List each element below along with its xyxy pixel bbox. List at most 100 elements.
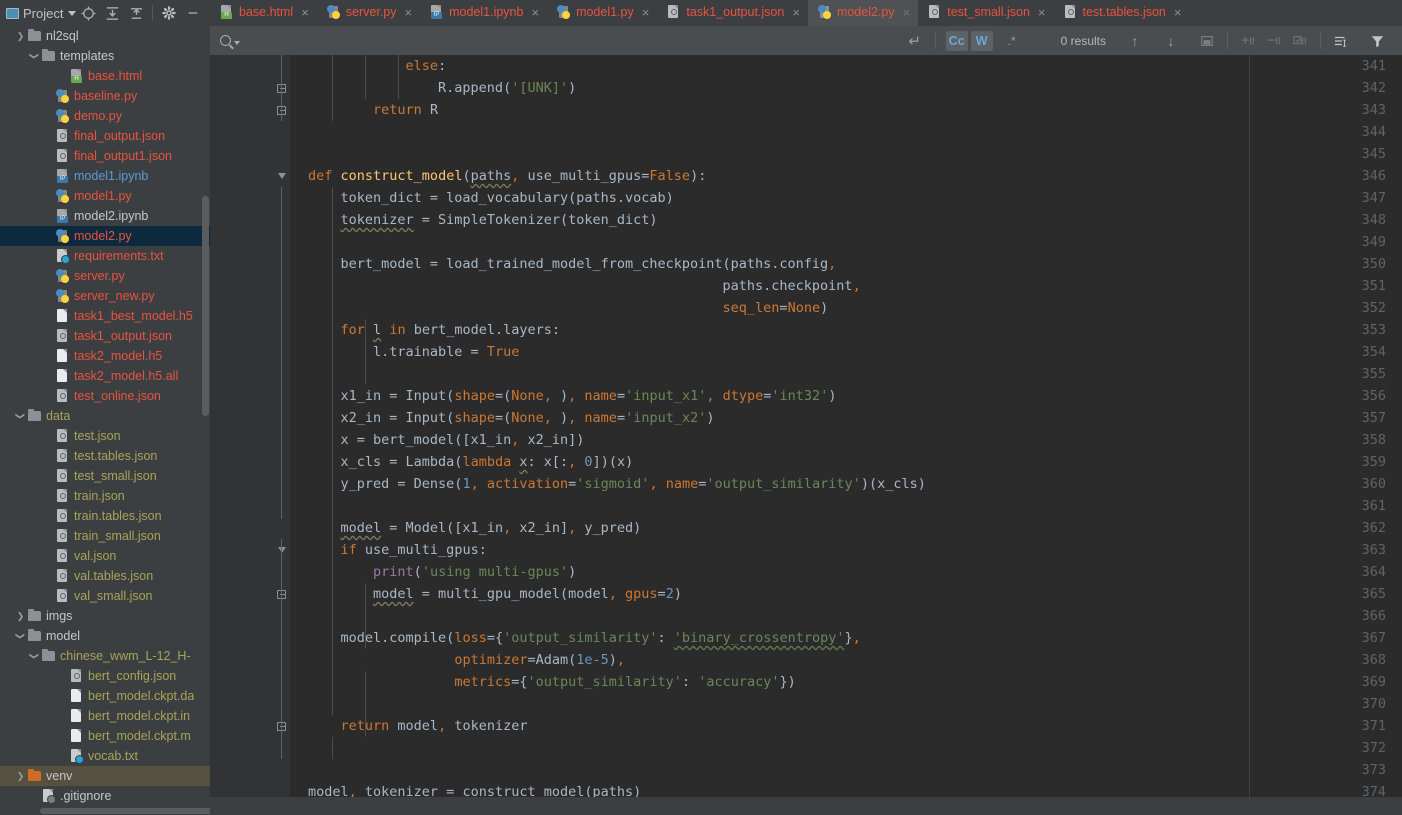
next-occurrence-icon[interactable]: ↓ [1158, 31, 1184, 51]
tree-item-val-json[interactable]: val.json [0, 546, 210, 566]
project-tree-vertical-scrollbar[interactable] [202, 196, 209, 416]
check-line-icon[interactable] [1287, 31, 1313, 51]
search-input[interactable] [210, 26, 902, 55]
multiline-toggle-icon[interactable]: ↵ [902, 31, 928, 51]
tree-item-chinese-wwm-l-12-h-[interactable]: ❯ chinese_wwm_L-12_H- [0, 646, 210, 666]
code-line[interactable]: 342 R.append('[UNK]') [210, 77, 1402, 99]
tree-item-train-tables-json[interactable]: train.tables.json [0, 506, 210, 526]
code-line[interactable]: 353 for l in bert_model.layers: [210, 319, 1402, 341]
chevron-right-icon[interactable]: ❯ [14, 26, 27, 46]
close-icon[interactable]: × [1038, 6, 1046, 19]
tree-item-task1-best-model-h5[interactable]: task1_best_model.h5 [0, 306, 210, 326]
close-icon[interactable]: × [642, 6, 650, 19]
select-all-occurrences-icon[interactable] [1194, 31, 1220, 51]
hide-panel-icon[interactable] [181, 0, 205, 26]
tree-item-train-small-json[interactable]: train_small.json [0, 526, 210, 546]
project-view-selector[interactable]: Project [6, 6, 77, 21]
tree-item-base-html[interactable]: Hbase.html [0, 66, 210, 86]
close-icon[interactable]: × [405, 6, 413, 19]
tree-item-requirements-txt[interactable]: requirements.txt [0, 246, 210, 266]
editor-tab-test-small-json[interactable]: test_small.json × [918, 0, 1053, 26]
code-line[interactable]: 359 x_cls = Lambda(lambda x: x[:, 0])(x) [210, 451, 1402, 473]
code-line[interactable]: 374 model, tokenizer = construct_model(pa… [210, 781, 1402, 797]
tree-item-test-json[interactable]: test.json [0, 426, 210, 446]
filter-icon[interactable] [1364, 31, 1390, 51]
words-toggle[interactable]: W [970, 30, 993, 51]
tree-item-test-small-json[interactable]: test_small.json [0, 466, 210, 486]
code-line[interactable]: 349 [210, 231, 1402, 253]
tree-item-bert-model-ckpt-m[interactable]: bert_model.ckpt.m [0, 726, 210, 746]
close-icon[interactable]: × [1174, 6, 1182, 19]
code-line[interactable]: 357 x2_in = Input(shape=(None, ), name='… [210, 407, 1402, 429]
code-line[interactable]: 368 optimizer=Adam(1e-5), [210, 649, 1402, 671]
remove-line-icon[interactable] [1261, 31, 1287, 51]
code-line[interactable]: 361 [210, 495, 1402, 517]
code-line[interactable]: 366 [210, 605, 1402, 627]
code-line[interactable]: 350 bert_model = load_trained_model_from… [210, 253, 1402, 275]
tree-item-server-py[interactable]: server.py [0, 266, 210, 286]
code-line[interactable]: 364 print('using multi-gpus') [210, 561, 1402, 583]
editor-tab-base-html[interactable]: Hbase.html × [210, 0, 317, 26]
tree-item-baseline-py[interactable]: baseline.py [0, 86, 210, 106]
code-line[interactable]: 372 [210, 737, 1402, 759]
code-line[interactable]: 347 token_dict = load_vocabulary(paths.v… [210, 187, 1402, 209]
close-icon[interactable]: × [531, 6, 539, 19]
code-line[interactable]: 367 model.compile(loss={'output_similari… [210, 627, 1402, 649]
tree-item-templates[interactable]: ❯ templates [0, 46, 210, 66]
tree-item-nl2sql[interactable]: ❯ nl2sql [0, 26, 210, 46]
tree-item-server-new-py[interactable]: server_new.py [0, 286, 210, 306]
tree-item-data[interactable]: ❯ data [0, 406, 210, 426]
tree-item-test-tables-json[interactable]: test.tables.json [0, 446, 210, 466]
close-icon[interactable]: × [792, 6, 800, 19]
tree-item-bert-model-ckpt-da[interactable]: bert_model.ckpt.da [0, 686, 210, 706]
regex-toggle[interactable]: .* [999, 31, 1025, 51]
prev-occurrence-icon[interactable]: ↑ [1122, 31, 1148, 51]
tree-item-model1-ipynb[interactable]: IP model1.ipynb [0, 166, 210, 186]
editor-tab-model2-py[interactable]: model2.py × [807, 0, 919, 26]
code-line[interactable]: 344 [210, 121, 1402, 143]
code-line[interactable]: 351 paths.checkpoint, [210, 275, 1402, 297]
tree-item-imgs[interactable]: ❯ imgs [0, 606, 210, 626]
close-icon[interactable]: × [301, 6, 309, 19]
tree-item-val-small-json[interactable]: val_small.json [0, 586, 210, 606]
code-line[interactable]: 341 else: [210, 55, 1402, 77]
tree-item-model[interactable]: ❯ model [0, 626, 210, 646]
editor-tab-task1-output-json[interactable]: task1_output.json × [657, 0, 808, 26]
code-editor[interactable]: 341 else: 342 R.append('[UNK]') 343 return… [210, 55, 1402, 797]
settings-gear-icon[interactable] [157, 0, 181, 26]
tree-item-test-online-json[interactable]: test_online.json [0, 386, 210, 406]
editor-tab-model1-ipynb[interactable]: IP model1.ipynb × [420, 0, 547, 26]
tree-item-task2-model-h5-all[interactable]: task2_model.h5.all [0, 366, 210, 386]
code-line[interactable]: 362 model = Model([x1_in, x2_in], y_pred… [210, 517, 1402, 539]
editor-tab-model1-py[interactable]: model1.py × [547, 0, 657, 26]
project-tree-panel[interactable]: ❯ nl2sql ❯ templates Hbase.html baseline.py de… [0, 26, 210, 815]
expand-all-icon[interactable] [100, 0, 124, 26]
code-line[interactable]: 373 [210, 759, 1402, 781]
match-case-toggle[interactable]: Cc [945, 30, 968, 51]
editor-tab-server-py[interactable]: server.py × [317, 0, 420, 26]
code-line[interactable]: 352 seq_len=None) [210, 297, 1402, 319]
code-line[interactable]: 345 [210, 143, 1402, 165]
tree-item-vocab-txt[interactable]: vocab.txt [0, 746, 210, 766]
code-line[interactable]: 365 model = multi_gpu_model(model, gpus=… [210, 583, 1402, 605]
code-line[interactable]: 369 metrics={'output_similarity': 'accur… [210, 671, 1402, 693]
code-line[interactable]: 346 def construct_model(paths, use_multi_… [210, 165, 1402, 187]
tree-item-bert-model-ckpt-in[interactable]: bert_model.ckpt.in [0, 706, 210, 726]
tree-item-final-output1-json[interactable]: final_output1.json [0, 146, 210, 166]
collapse-all-icon[interactable] [124, 0, 148, 26]
tree-item-train-json[interactable]: train.json [0, 486, 210, 506]
code-line[interactable]: 348 tokenizer = SimpleTokenizer(token_di… [210, 209, 1402, 231]
add-line-icon[interactable] [1235, 31, 1261, 51]
close-icon[interactable]: × [903, 6, 911, 19]
locate-icon[interactable] [76, 0, 100, 26]
code-line[interactable]: 343 return R [210, 99, 1402, 121]
code-line[interactable]: 356 x1_in = Input(shape=(None, ), name='… [210, 385, 1402, 407]
code-line[interactable]: 371 return model, tokenizer [210, 715, 1402, 737]
tree-item-model2-py[interactable]: model2.py [0, 226, 210, 246]
tree-item-final-output-json[interactable]: final_output.json [0, 126, 210, 146]
chevron-right-icon[interactable]: ❯ [14, 766, 27, 786]
tree-item-model1-py[interactable]: model1.py [0, 186, 210, 206]
code-line[interactable]: 370 [210, 693, 1402, 715]
project-tree-horizontal-scrollbar[interactable] [40, 808, 210, 814]
search-history-chevron-icon[interactable] [234, 40, 240, 45]
